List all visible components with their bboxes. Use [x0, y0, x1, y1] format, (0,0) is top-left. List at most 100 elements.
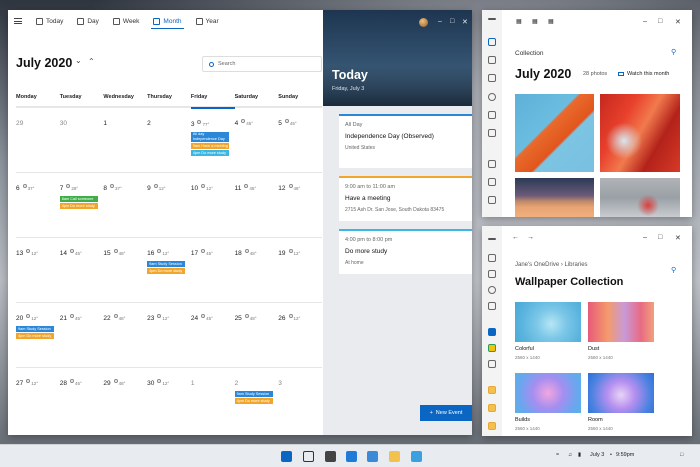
calendar-event[interactable]: 9am Study Session	[16, 326, 54, 332]
wallpaper-tile[interactable]: Builds 2560 x 1440	[515, 373, 581, 431]
search-icon[interactable]: ⚲	[671, 48, 676, 56]
day-cell[interactable]: 11 45°	[234, 172, 279, 237]
collection-icon[interactable]	[488, 38, 496, 46]
menu-icon[interactable]	[14, 18, 22, 24]
view-week-button[interactable]: Week	[111, 10, 142, 32]
document-icon[interactable]	[367, 451, 378, 462]
search-icon[interactable]	[303, 451, 314, 462]
day-cell[interactable]: 10 12°	[190, 172, 235, 237]
day-cell[interactable]: 22 48°	[103, 302, 148, 367]
event-card[interactable]: 9:00 am to 11:00 am Have a meeting 2715 …	[339, 176, 472, 221]
day-cell[interactable]: 13 12°	[16, 237, 60, 302]
day-cell[interactable]: 2 9am Study Session 4pm Do more study	[234, 367, 279, 432]
clock-time[interactable]: 9:59pm	[616, 452, 634, 458]
view-tile-icon[interactable]: ▦	[548, 18, 554, 25]
calendar-event[interactable]: 9am Study Session	[147, 261, 186, 267]
battery-icon[interactable]: ▮	[578, 452, 581, 458]
photo-thumbnail[interactable]	[515, 94, 594, 172]
maximize-icon[interactable]: □	[450, 18, 454, 25]
day-cell[interactable]: 1	[103, 107, 148, 172]
chevron-up-icon[interactable]: ⌃	[88, 57, 95, 66]
clock-icon[interactable]	[488, 286, 496, 294]
day-cell[interactable]: 16 12° 9am Study Session 4pm Do more study	[147, 237, 191, 302]
wifi-icon[interactable]: ≈	[556, 452, 559, 458]
day-cell[interactable]: 20 12° 9am Study Session 4pm Do more study	[16, 302, 60, 367]
avatar[interactable]	[419, 18, 428, 27]
photo-thumbnail[interactable]	[600, 178, 680, 217]
view-year-button[interactable]: Year	[194, 10, 221, 32]
notification-icon[interactable]: □	[680, 452, 683, 458]
album-icon[interactable]	[488, 129, 496, 137]
calendar-event[interactable]: 4pm Do more study	[147, 268, 186, 274]
day-cell[interactable]: 30	[59, 107, 104, 172]
wallpaper-tile[interactable]: Colorful 2560 x 1440	[515, 302, 581, 360]
day-cell[interactable]: 30 12°	[147, 367, 191, 432]
view-list-icon[interactable]: ▦	[532, 18, 538, 25]
calendar-event[interactable]: All day Independence Day (observed)	[190, 132, 229, 142]
day-cell[interactable]: 29 48°	[103, 367, 148, 432]
day-cell[interactable]: 18 48°	[234, 237, 279, 302]
day-cell[interactable]: 2	[147, 107, 191, 172]
day-cell[interactable]: 29	[16, 107, 60, 172]
menu-icon[interactable]	[488, 238, 496, 240]
photo-thumbnail[interactable]	[600, 94, 680, 172]
day-cell[interactable]: 6 37°	[16, 172, 60, 237]
maximize-icon[interactable]: □	[658, 234, 662, 241]
chevron-down-icon[interactable]: ⌄	[75, 56, 82, 65]
day-cell[interactable]: 3	[278, 367, 322, 432]
day-cell[interactable]: 25 48°	[234, 302, 279, 367]
day-cell[interactable]: 27 12°	[16, 367, 60, 432]
calendar-event[interactable]: 4pm Do more study	[16, 333, 54, 339]
breadcrumb-item[interactable]: Jane's OneDrive	[515, 262, 559, 268]
day-cell[interactable]: 7 29° 8am Call someone 4pm Do more study	[59, 172, 104, 237]
day-cell[interactable]: 15 48°	[103, 237, 148, 302]
watch-month-button[interactable]: Watch this month	[618, 71, 669, 77]
search-input[interactable]: Search	[202, 56, 322, 72]
day-cell[interactable]: 5 45°	[278, 107, 322, 172]
day-cell[interactable]: 8 37°	[103, 172, 148, 237]
calendar-event[interactable]: 4pm Do more study	[59, 203, 98, 209]
volume-icon[interactable]: ♫	[568, 452, 572, 458]
calendar-event[interactable]: 4pm Do more study	[190, 150, 229, 156]
calendar-event[interactable]: 4pm Do more study	[234, 398, 273, 404]
wallpaper-tile[interactable]: Room 2560 x 1440	[588, 373, 654, 431]
people-icon[interactable]	[488, 56, 496, 64]
task-view-icon[interactable]	[325, 451, 336, 462]
folder-icon[interactable]	[488, 386, 496, 394]
wallpaper-tile[interactable]: Dust 2560 x 1440	[588, 302, 654, 360]
day-cell[interactable]: 9 12°	[147, 172, 191, 237]
google-drive-icon[interactable]	[488, 344, 496, 352]
close-icon[interactable]: ✕	[675, 234, 681, 242]
onedrive-icon[interactable]	[488, 328, 496, 336]
event-card[interactable]: 4:00 pm to 8:00 pm Do more study At home	[339, 229, 472, 274]
file-explorer-icon[interactable]	[389, 451, 400, 462]
photo-thumbnail[interactable]	[515, 178, 594, 217]
back-arrow-icon[interactable]: ←	[512, 234, 519, 241]
folder-icon[interactable]	[488, 404, 496, 412]
day-cell[interactable]: 24 45°	[190, 302, 235, 367]
heart-icon[interactable]	[488, 111, 496, 119]
day-cell[interactable]: 26 12°	[278, 302, 322, 367]
calendar-app-icon[interactable]	[346, 451, 357, 462]
day-cell[interactable]: 17 45°	[190, 237, 235, 302]
new-event-button[interactable]: + New Event	[420, 405, 472, 421]
minimize-icon[interactable]: –	[438, 18, 442, 25]
home-icon[interactable]	[488, 254, 496, 262]
calendar-event[interactable]: 9am Have a meeting	[190, 143, 229, 149]
breadcrumb-item[interactable]: Libraries	[565, 262, 588, 268]
day-cell[interactable]: 28 45°	[59, 367, 104, 432]
apps-icon[interactable]	[488, 160, 496, 168]
minimize-icon[interactable]: –	[643, 234, 647, 241]
day-cell[interactable]: 19 12°	[278, 237, 322, 302]
forward-arrow-icon[interactable]: →	[527, 234, 534, 241]
minimize-icon[interactable]: –	[643, 18, 647, 25]
search-icon[interactable]: ⚲	[671, 266, 676, 274]
day-cell[interactable]: 1	[190, 367, 235, 432]
view-grid-icon[interactable]: ▦	[516, 18, 522, 25]
day-cell[interactable]: 4 45°	[234, 107, 279, 172]
start-icon[interactable]	[281, 451, 292, 462]
view-today-button[interactable]: Today	[34, 10, 65, 32]
close-icon[interactable]: ✕	[462, 18, 468, 26]
day-cell[interactable]: 21 45°	[59, 302, 104, 367]
day-cell[interactable]: 14 45°	[59, 237, 104, 302]
